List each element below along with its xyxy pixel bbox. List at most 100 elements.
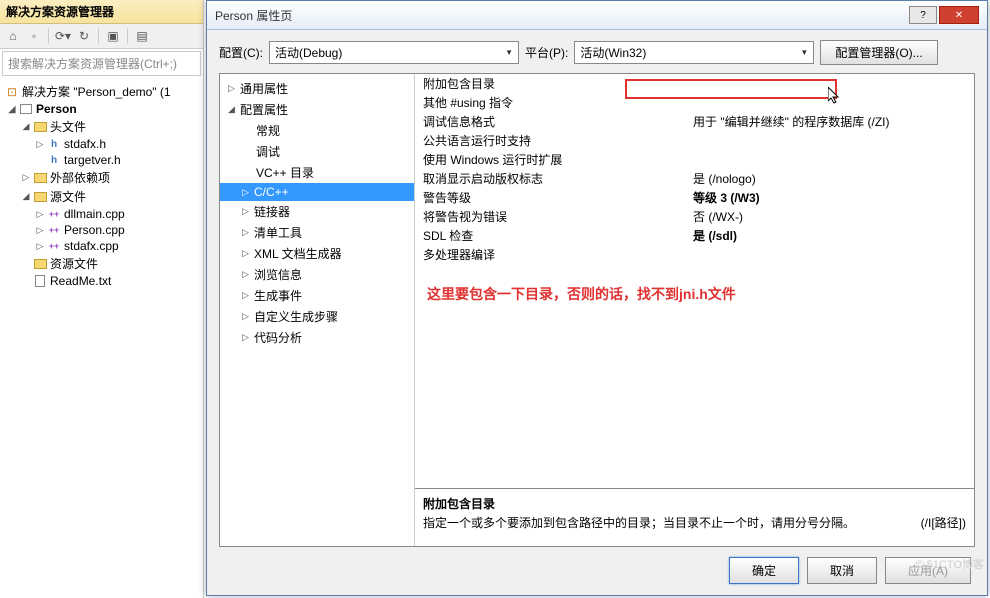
cancel-button[interactable]: 取消 bbox=[807, 557, 877, 584]
tree-ccpp[interactable]: ▷C/C++ bbox=[220, 183, 414, 201]
property-pane: 附加包含目录其他 #using 指令调试信息格式用于 "编辑并继续" 的程序数据… bbox=[415, 74, 974, 546]
config-manager-button[interactable]: 配置管理器(O)... bbox=[820, 40, 937, 65]
property-row[interactable]: 将警告视为错误否 (/WX-) bbox=[415, 207, 974, 226]
dialog-footer: 确定 取消 应用(A) bbox=[219, 547, 975, 586]
tree-build[interactable]: ▷生成事件 bbox=[220, 285, 414, 306]
expand-arrow-icon[interactable]: ◢ bbox=[20, 121, 32, 132]
solution-icon: ⊡ bbox=[4, 85, 20, 99]
property-row[interactable]: 附加包含目录 bbox=[415, 74, 974, 93]
property-row[interactable]: 多处理器编译 bbox=[415, 245, 974, 264]
tree-browse[interactable]: ▷浏览信息 bbox=[220, 264, 414, 285]
folder-icon bbox=[32, 120, 48, 134]
text-file-icon bbox=[32, 274, 48, 288]
explorer-search[interactable]: 搜索解决方案资源管理器(Ctrl+;) bbox=[2, 51, 201, 76]
expand-arrow-icon[interactable]: ◢ bbox=[6, 104, 18, 115]
properties-icon[interactable]: ▤ bbox=[133, 27, 151, 45]
tree-common[interactable]: ▷通用属性 bbox=[220, 78, 414, 99]
header-file-icon: h bbox=[46, 137, 62, 151]
property-row[interactable]: SDL 检查是 (/sdl) bbox=[415, 226, 974, 245]
close-button[interactable]: ✕ bbox=[939, 6, 979, 24]
cpp-file-icon: ++ bbox=[46, 223, 62, 237]
expand-arrow-icon[interactable]: ◢ bbox=[20, 191, 32, 202]
dropdown-icon: ▼ bbox=[800, 48, 808, 57]
tree-custom[interactable]: ▷自定义生成步骤 bbox=[220, 306, 414, 327]
platform-label: 平台(P): bbox=[525, 44, 568, 61]
help-panel: 附加包含目录 指定一个或多个要添加到包含路径中的目录；当目录不止一个时，请用分号… bbox=[415, 488, 974, 546]
file-readme[interactable]: ReadMe.txt bbox=[2, 273, 201, 289]
property-value[interactable]: 等级 3 (/W3) bbox=[693, 189, 966, 206]
tree-general[interactable]: 常规 bbox=[220, 120, 414, 141]
dialog-titlebar[interactable]: Person 属性页 ? ✕ bbox=[207, 1, 987, 30]
property-value[interactable] bbox=[693, 75, 966, 92]
file-stdafx-h[interactable]: ▷hstdafx.h bbox=[2, 136, 201, 152]
help-button[interactable]: ? bbox=[909, 6, 937, 24]
tree-xmldoc[interactable]: ▷XML 文档生成器 bbox=[220, 243, 414, 264]
file-person-cpp[interactable]: ▷++Person.cpp bbox=[2, 222, 201, 238]
category-tree: ▷通用属性 ◢配置属性 常规 调试 VC++ 目录 ▷C/C++ ▷链接器 ▷清… bbox=[220, 74, 415, 546]
sources-folder[interactable]: ◢源文件 bbox=[2, 187, 201, 206]
main-panel: ▷通用属性 ◢配置属性 常规 调试 VC++ 目录 ▷C/C++ ▷链接器 ▷清… bbox=[219, 73, 975, 547]
collapse-arrow-icon[interactable]: ▷ bbox=[34, 225, 46, 236]
collapse-arrow-icon[interactable]: ▷ bbox=[20, 172, 32, 183]
help-desc: 指定一个或多个要添加到包含路径中的目录；当目录不止一个时，请用分号分隔。 bbox=[423, 514, 855, 531]
tree-vcdir[interactable]: VC++ 目录 bbox=[220, 162, 414, 183]
explorer-toolbar: ⌂ ◦ ⟳▾ ↻ ▣ ▤ bbox=[0, 24, 203, 49]
property-row[interactable]: 其他 #using 指令 bbox=[415, 93, 974, 112]
solution-tree: ⊡解决方案 "Person_demo" (1 ◢Person ◢头文件 ▷hst… bbox=[0, 78, 203, 293]
tree-code[interactable]: ▷代码分析 bbox=[220, 327, 414, 348]
collapse-arrow-icon[interactable]: ▷ bbox=[34, 209, 46, 220]
property-name: 使用 Windows 运行时扩展 bbox=[423, 151, 693, 168]
cpp-file-icon: ++ bbox=[46, 207, 62, 221]
collapse-arrow-icon[interactable]: ▷ bbox=[34, 139, 46, 150]
property-name: 将警告视为错误 bbox=[423, 208, 693, 225]
property-value[interactable]: 否 (/WX-) bbox=[693, 208, 966, 225]
file-stdafx-cpp[interactable]: ▷++stdafx.cpp bbox=[2, 238, 201, 254]
project-node[interactable]: ◢Person bbox=[2, 101, 201, 117]
property-value[interactable]: 用于 "编辑并继续" 的程序数据库 (/ZI) bbox=[693, 113, 966, 130]
back-icon[interactable]: ◦ bbox=[25, 27, 43, 45]
watermark: © 51CTO博客 bbox=[916, 556, 984, 572]
cpp-file-icon: ++ bbox=[46, 239, 62, 253]
help-title: 附加包含目录 bbox=[423, 495, 966, 512]
property-value[interactable] bbox=[693, 94, 966, 111]
tree-debug[interactable]: 调试 bbox=[220, 141, 414, 162]
folder-icon bbox=[32, 257, 48, 271]
property-row[interactable]: 调试信息格式用于 "编辑并继续" 的程序数据库 (/ZI) bbox=[415, 112, 974, 131]
solution-explorer: 解决方案资源管理器 ⌂ ◦ ⟳▾ ↻ ▣ ▤ 搜索解决方案资源管理器(Ctrl+… bbox=[0, 0, 204, 598]
folder-icon bbox=[32, 190, 48, 204]
solution-node[interactable]: ⊡解决方案 "Person_demo" (1 bbox=[2, 82, 201, 101]
property-name: 附加包含目录 bbox=[423, 75, 693, 92]
property-value[interactable]: 是 (/sdl) bbox=[693, 227, 966, 244]
external-folder[interactable]: ▷外部依赖项 bbox=[2, 168, 201, 187]
property-name: 调试信息格式 bbox=[423, 113, 693, 130]
property-value[interactable] bbox=[693, 151, 966, 168]
file-targetver-h[interactable]: htargetver.h bbox=[2, 152, 201, 168]
property-value[interactable] bbox=[693, 246, 966, 263]
refresh-icon[interactable]: ↻ bbox=[75, 27, 93, 45]
property-row[interactable]: 公共语言运行时支持 bbox=[415, 131, 974, 150]
platform-combo[interactable]: 活动(Win32)▼ bbox=[574, 41, 814, 64]
tree-linker[interactable]: ▷链接器 bbox=[220, 201, 414, 222]
property-row[interactable]: 取消显示启动版权标志是 (/nologo) bbox=[415, 169, 974, 188]
home-icon[interactable]: ⌂ bbox=[4, 27, 22, 45]
property-grid: 附加包含目录其他 #using 指令调试信息格式用于 "编辑并继续" 的程序数据… bbox=[415, 74, 974, 488]
property-value[interactable] bbox=[693, 132, 966, 149]
property-name: 其他 #using 指令 bbox=[423, 94, 693, 111]
collapse-icon[interactable]: ▣ bbox=[104, 27, 122, 45]
tree-config[interactable]: ◢配置属性 bbox=[220, 99, 414, 120]
file-dllmain-cpp[interactable]: ▷++dllmain.cpp bbox=[2, 206, 201, 222]
ok-button[interactable]: 确定 bbox=[729, 557, 799, 584]
property-value[interactable]: 是 (/nologo) bbox=[693, 170, 966, 187]
tree-manifest[interactable]: ▷清单工具 bbox=[220, 222, 414, 243]
collapse-arrow-icon[interactable]: ▷ bbox=[34, 241, 46, 252]
property-row[interactable]: 使用 Windows 运行时扩展 bbox=[415, 150, 974, 169]
property-name: 取消显示启动版权标志 bbox=[423, 170, 693, 187]
folder-icon bbox=[32, 171, 48, 185]
property-row[interactable]: 警告等级等级 3 (/W3) bbox=[415, 188, 974, 207]
sync-icon[interactable]: ⟳▾ bbox=[54, 27, 72, 45]
headers-folder[interactable]: ◢头文件 bbox=[2, 117, 201, 136]
resources-folder[interactable]: 资源文件 bbox=[2, 254, 201, 273]
config-combo[interactable]: 活动(Debug)▼ bbox=[269, 41, 519, 64]
property-name: SDL 检查 bbox=[423, 227, 693, 244]
property-name: 警告等级 bbox=[423, 189, 693, 206]
